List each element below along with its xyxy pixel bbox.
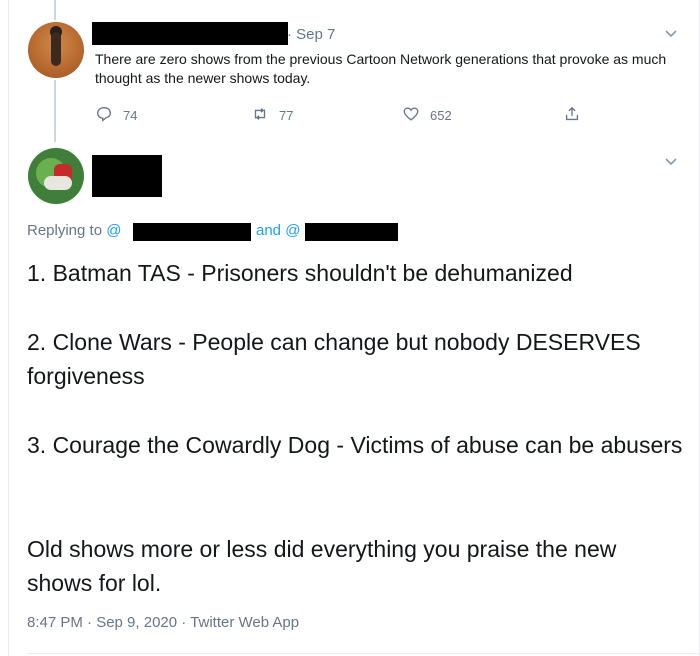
redacted-mention [133,223,251,241]
retweet-count: 77 [279,108,294,123]
like-button[interactable]: 652 [402,105,452,126]
chevron-down-icon[interactable] [664,154,678,171]
divider [27,653,700,654]
thread-line-top [54,0,56,20]
share-button[interactable] [563,105,581,126]
mention-link[interactable]: @ [106,222,121,239]
avatar[interactable] [28,148,84,204]
reply-count: 74 [123,108,138,123]
like-icon [402,105,420,126]
share-icon [563,105,581,126]
tweet-line: 2. Clone Wars - People can change but no… [27,329,641,389]
tweet-line: Old shows more or less did everything yo… [27,536,617,596]
thread-line [54,80,56,142]
replying-prefix: Replying to [27,222,103,239]
retweet-icon [251,105,269,126]
tweet-actions: 74 77 652 [95,105,595,125]
reply-icon [95,105,113,126]
tweet-timestamp[interactable]: 8:47 PM · Sep 9, 2020 · Twitter Web App [27,614,299,631]
left-border [8,0,9,656]
redacted-username [92,22,288,45]
redacted-mention [305,223,398,241]
redacted-username [92,155,162,197]
like-count: 652 [430,108,452,123]
retweet-button[interactable]: 77 [251,105,293,126]
tweet-line: 1. Batman TAS - Prisoners shouldn't be d… [27,260,573,286]
tweet-date[interactable]: · Sep 7 [287,26,335,43]
replying-to: Replying to @ [27,222,121,239]
avatar[interactable] [28,22,84,78]
reply-button[interactable]: 74 [95,105,137,126]
chevron-down-icon[interactable] [664,26,678,43]
tweet-line: 3. Courage the Cowardly Dog - Victims of… [27,432,683,458]
mention-link[interactable]: and @ [256,222,300,239]
tweet-text: There are zero shows from the previous C… [95,51,667,86]
